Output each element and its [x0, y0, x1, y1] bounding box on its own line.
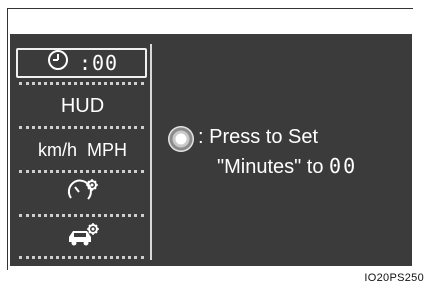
gauge-settings-icon — [66, 178, 100, 210]
divider — [19, 256, 144, 259]
divider — [19, 82, 144, 85]
control-knob-icon — [168, 126, 194, 152]
clock-icon — [47, 49, 69, 77]
vehicle-settings-icon — [65, 222, 101, 254]
sidebar-item-hud[interactable]: HUD — [15, 86, 150, 126]
sidebar-item-label: HUD — [60, 94, 105, 117]
divider — [19, 126, 144, 129]
clock-minutes-label: :00 — [78, 51, 119, 75]
settings-sidebar: :00 HUD km/h MPH — [15, 44, 152, 260]
instruction-line-2-text: "Minutes" to — [217, 156, 330, 178]
sidebar-item-gauge-settings[interactable] — [15, 174, 150, 214]
minutes-digits: 00 — [329, 154, 358, 178]
instruction-line-2: "Minutes" to 00 — [217, 154, 357, 179]
sidebar-item-vehicle-settings[interactable] — [15, 218, 150, 258]
sidebar-item-label: km/h MPH — [37, 139, 127, 160]
divider — [19, 214, 144, 217]
divider — [19, 170, 144, 173]
instruction-message: : Press to Set "Minutes" to 00 — [168, 120, 408, 190]
sidebar-item-units[interactable]: km/h MPH — [15, 130, 150, 170]
instruction-line-1: : Press to Set — [198, 126, 319, 148]
figure-code: IO20PS250 — [364, 272, 424, 284]
